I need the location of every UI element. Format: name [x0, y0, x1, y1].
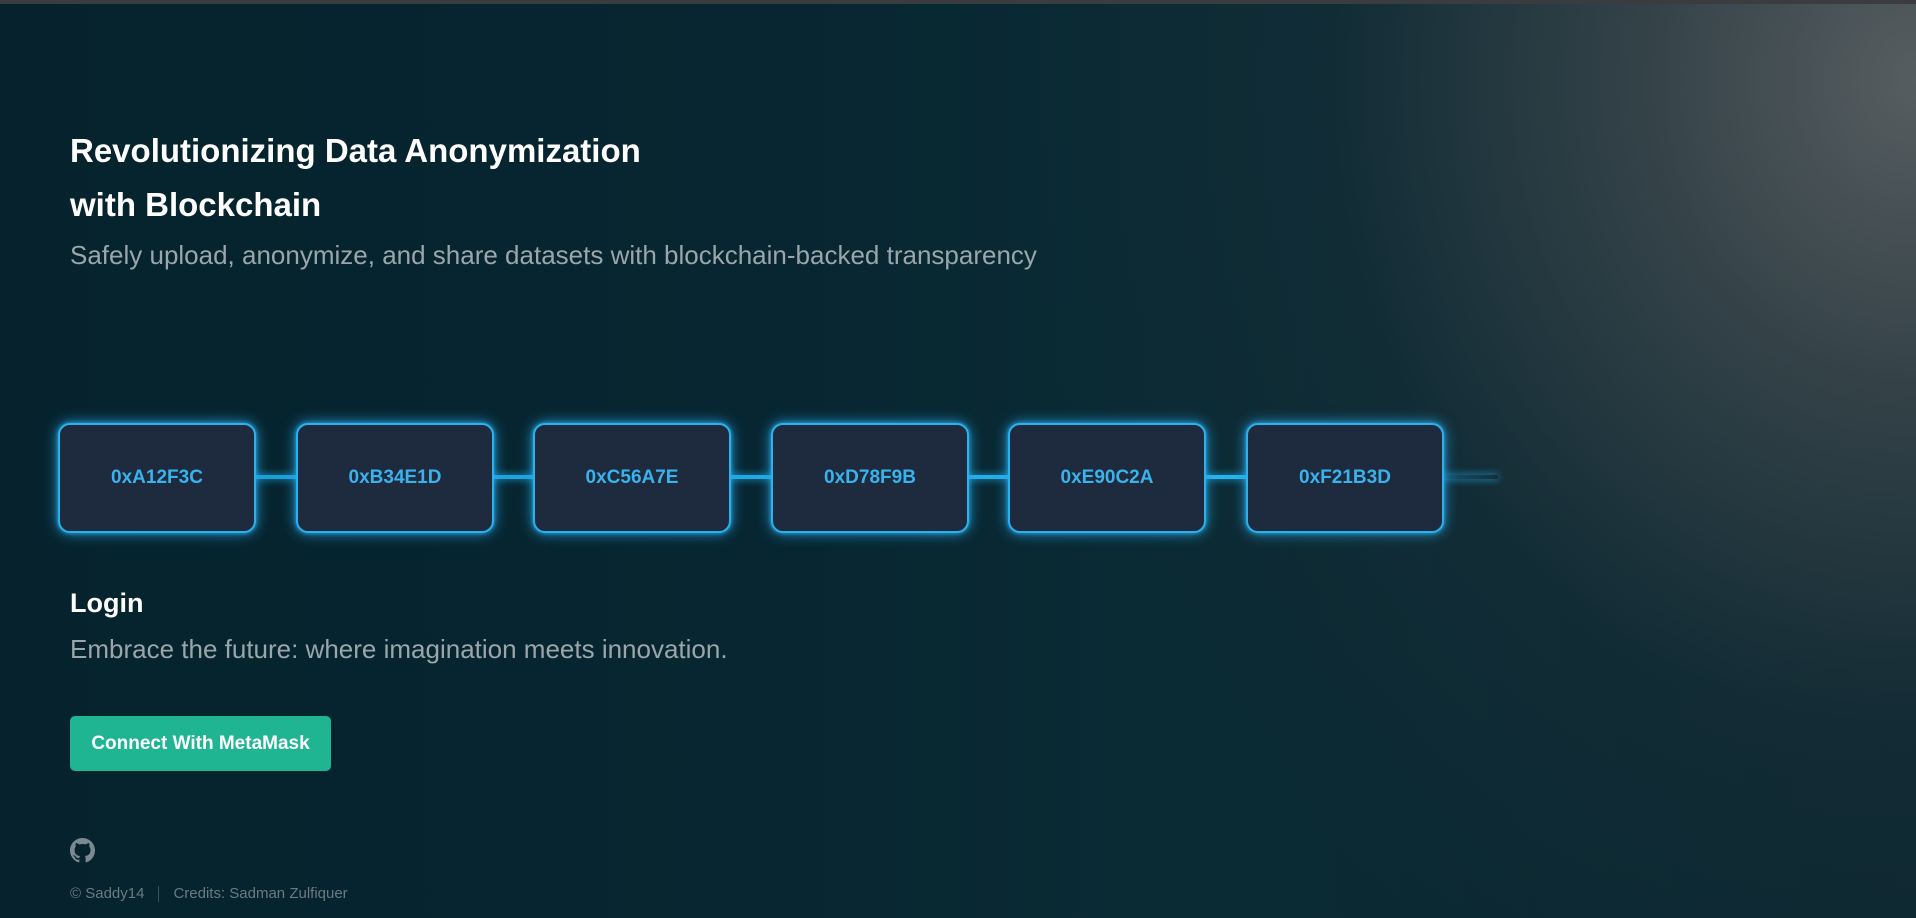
block-1[interactable]: 0xA12F3C — [58, 423, 256, 533]
block-6[interactable]: 0xF21B3D — [1246, 423, 1444, 533]
block-5[interactable]: 0xE90C2A — [1008, 423, 1206, 533]
footer-divider — [158, 885, 160, 902]
login-heading: Login — [70, 588, 144, 618]
hero-title-line-2: with Blockchain — [70, 186, 322, 223]
block-3[interactable]: 0xC56A7E — [533, 423, 731, 533]
block-hash: 0xE90C2A — [1060, 467, 1154, 488]
block-hash: 0xA12F3C — [111, 467, 203, 488]
blockchain-visualization: 0xA12F3C 0xB34E1D 0xC56A7E 0xD78F9B 0xE9… — [58, 423, 1498, 534]
connect-metamask-button[interactable]: Connect With MetaMask — [70, 716, 331, 771]
block-4[interactable]: 0xD78F9B — [771, 423, 969, 533]
block-hash: 0xB34E1D — [348, 467, 442, 488]
hero-title: Revolutionizing Data Anonymization with … — [70, 124, 770, 232]
credits-text: Credits: Sadman Zulfiquer — [173, 885, 348, 902]
block-2[interactable]: 0xB34E1D — [296, 423, 494, 533]
block-hash: 0xF21B3D — [1299, 467, 1391, 488]
github-icon[interactable] — [70, 838, 95, 863]
top-browser-strip — [0, 0, 1916, 4]
footer: © Saddy14 Credits: Sadman Zulfiquer — [70, 885, 348, 902]
hero-title-line-1: Revolutionizing Data Anonymization — [70, 132, 641, 169]
login-tagline: Embrace the future: where imagination me… — [70, 634, 728, 664]
block-hash: 0xC56A7E — [585, 467, 679, 488]
block-hash: 0xD78F9B — [824, 467, 916, 488]
github-icon-glyph — [70, 838, 95, 863]
hero-subtitle: Safely upload, anonymize, and share data… — [70, 240, 1037, 270]
copyright-text: © Saddy14 — [70, 885, 145, 902]
